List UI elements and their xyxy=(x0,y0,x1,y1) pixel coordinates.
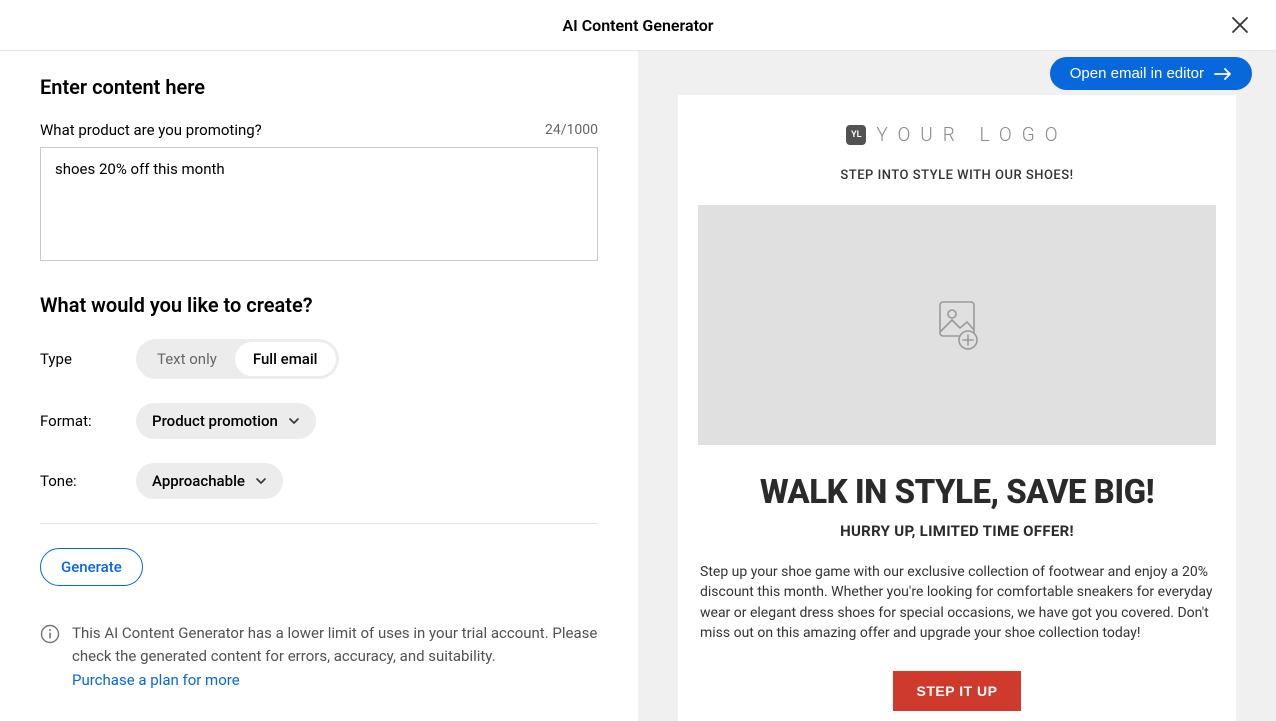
tone-option-row: Tone: Approachable xyxy=(40,463,598,499)
type-label: Type xyxy=(40,350,136,368)
open-email-editor-button[interactable]: Open email in editor xyxy=(1050,57,1252,90)
email-logo: YL YOUR LOGO xyxy=(698,123,1216,146)
email-tagline: STEP INTO STYLE WITH OUR SHOES! xyxy=(698,168,1216,183)
email-cta-button[interactable]: STEP IT UP xyxy=(893,671,1022,711)
format-value: Product promotion xyxy=(152,412,278,430)
format-option-row: Format: Product promotion xyxy=(40,403,598,439)
arrow-right-icon xyxy=(1214,67,1232,81)
char-counter: 24/1000 xyxy=(545,122,598,138)
chevron-down-icon xyxy=(288,415,300,427)
info-text-block: This AI Content Generator has a lower li… xyxy=(72,622,598,692)
chevron-down-icon xyxy=(255,475,267,487)
email-body: Step up your shoe game with our exclusiv… xyxy=(698,562,1216,643)
email-preview: YL YOUR LOGO STEP INTO STYLE WITH OUR SH… xyxy=(678,95,1236,721)
type-option-row: Type Text only Full email xyxy=(40,339,598,379)
generate-button[interactable]: Generate xyxy=(40,548,143,586)
type-segmented-control: Text only Full email xyxy=(136,339,339,379)
email-subhead: HURRY UP, LIMITED TIME OFFER! xyxy=(698,522,1216,540)
right-panel: Open email in editor YL YOUR LOGO STEP I… xyxy=(638,51,1276,721)
modal-header: AI Content Generator xyxy=(0,0,1276,51)
prompt-input[interactable] xyxy=(40,147,598,261)
tone-value: Approachable xyxy=(152,472,245,490)
logo-text: YOUR LOGO xyxy=(876,123,1067,146)
prompt-field-row: What product are you promoting? 24/1000 xyxy=(40,121,598,139)
info-icon xyxy=(40,624,60,644)
section-enter-content-title: Enter content here xyxy=(40,75,598,99)
prompt-label: What product are you promoting? xyxy=(40,121,262,139)
modal-title: AI Content Generator xyxy=(562,16,713,35)
format-dropdown[interactable]: Product promotion xyxy=(136,403,316,439)
type-text-only-button[interactable]: Text only xyxy=(139,342,235,376)
left-panel: Enter content here What product are you … xyxy=(0,51,638,721)
tone-label: Tone: xyxy=(40,472,136,490)
info-text: This AI Content Generator has a lower li… xyxy=(72,624,597,665)
close-icon xyxy=(1231,16,1249,34)
purchase-plan-link[interactable]: Purchase a plan for more xyxy=(72,669,240,692)
section-create-title: What would you like to create? xyxy=(40,293,598,317)
type-full-email-button[interactable]: Full email xyxy=(235,342,336,376)
email-headline: WALK IN STYLE, SAVE BIG! xyxy=(698,473,1216,512)
divider xyxy=(40,523,598,524)
close-button[interactable] xyxy=(1228,13,1252,37)
main-content: Enter content here What product are you … xyxy=(0,51,1276,721)
format-label: Format: xyxy=(40,412,136,430)
info-box: This AI Content Generator has a lower li… xyxy=(40,622,598,692)
logo-badge: YL xyxy=(846,125,866,145)
tone-dropdown[interactable]: Approachable xyxy=(136,463,283,499)
image-placeholder-icon xyxy=(932,298,982,352)
open-editor-label: Open email in editor xyxy=(1070,65,1204,82)
email-image-placeholder[interactable] xyxy=(698,205,1216,445)
